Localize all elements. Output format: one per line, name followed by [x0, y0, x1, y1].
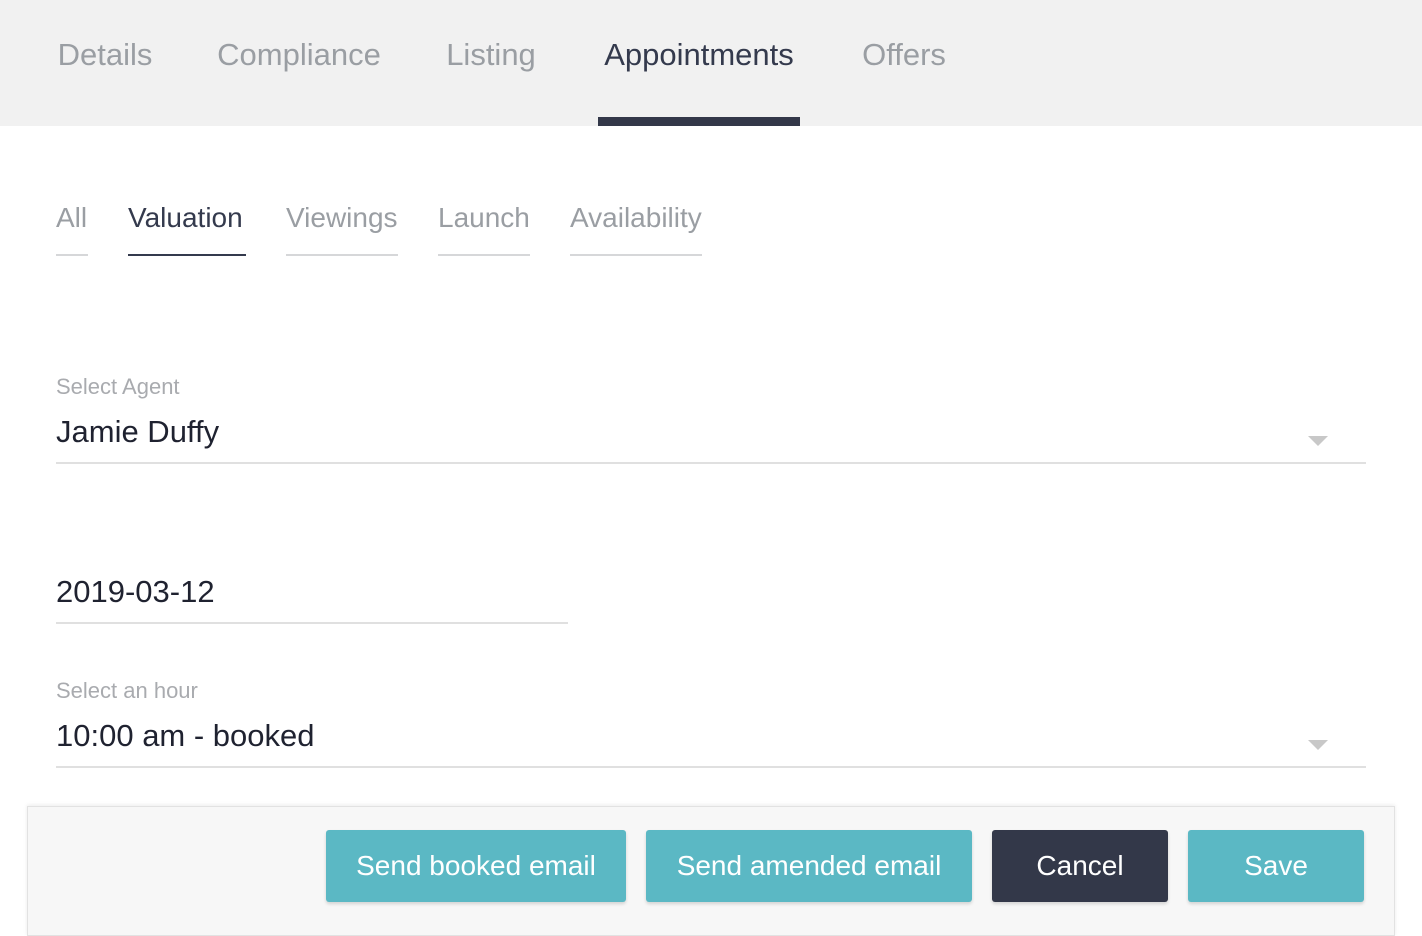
subtab-viewings[interactable]: Viewings [286, 202, 398, 256]
save-button[interactable]: Save [1188, 830, 1364, 902]
top-tab-bar: Details Compliance Listing Appointments … [0, 0, 1422, 126]
send-booked-email-button[interactable]: Send booked email [326, 830, 626, 902]
cancel-button[interactable]: Cancel [992, 830, 1168, 902]
tab-details[interactable]: Details [56, 0, 154, 126]
tab-appointments[interactable]: Appointments [598, 0, 800, 126]
agent-select-value: Jamie Duffy [56, 414, 220, 449]
tab-compliance[interactable]: Compliance [214, 0, 384, 126]
send-amended-email-button[interactable]: Send amended email [646, 830, 972, 902]
subtab-all[interactable]: All [56, 202, 88, 256]
agent-select[interactable]: Jamie Duffy [56, 414, 1366, 464]
subtab-launch[interactable]: Launch [438, 202, 530, 256]
subtab-valuation[interactable]: Valuation [128, 202, 246, 256]
tab-listing[interactable]: Listing [443, 0, 539, 126]
chevron-down-icon [1308, 436, 1328, 446]
subtab-availability[interactable]: Availability [570, 202, 702, 256]
date-field[interactable]: 2019-03-12 [56, 574, 568, 624]
hour-select-value: 10:00 am - booked [56, 718, 315, 753]
hour-select-label: Select an hour [56, 678, 198, 703]
hour-select[interactable]: 10:00 am - booked [56, 718, 1366, 768]
tab-offers[interactable]: Offers [859, 0, 949, 126]
chevron-down-icon [1308, 740, 1328, 750]
date-field-value: 2019-03-12 [56, 574, 215, 609]
agent-select-label: Select Agent [56, 374, 180, 399]
